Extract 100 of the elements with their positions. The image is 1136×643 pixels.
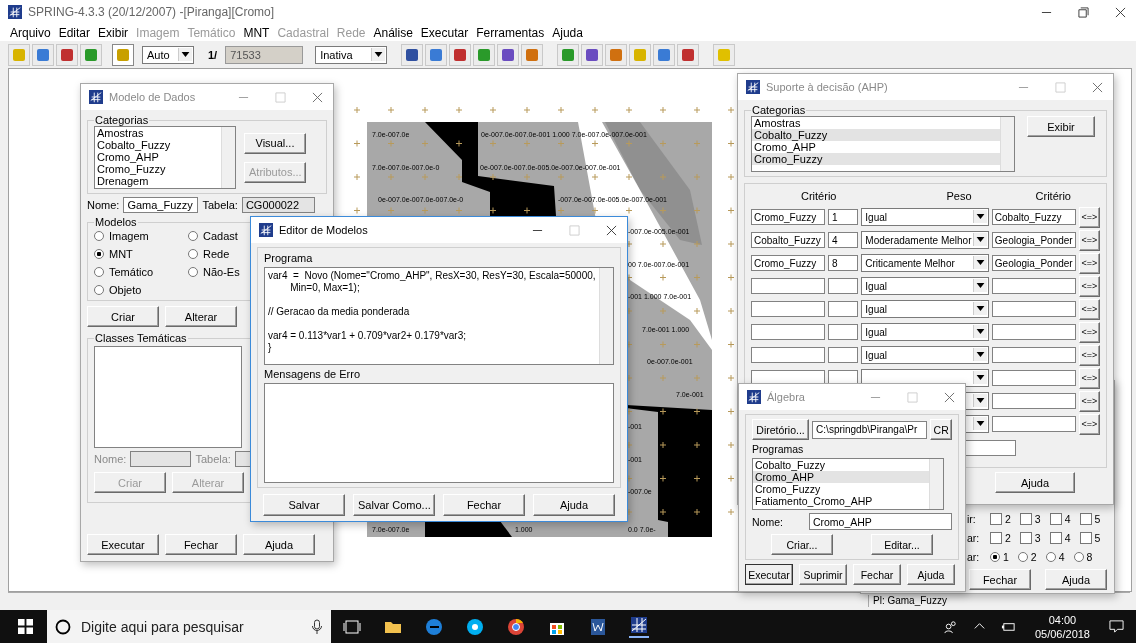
list-item[interactable]: Cromo_Fuzzy — [752, 153, 1000, 165]
list-item[interactable]: Cromo_AHP — [95, 151, 221, 163]
close-icon[interactable] — [606, 224, 617, 236]
weight-dropdown[interactable]: Igual — [861, 208, 989, 226]
swap-button[interactable]: <=> — [1078, 252, 1100, 274]
scale-mode-dropdown[interactable]: Auto — [142, 45, 194, 64]
menu-item[interactable]: Ferramentas — [472, 25, 549, 40]
menu-item[interactable]: Editar — [54, 25, 95, 40]
list-item[interactable]: Cromo_Fuzzy — [95, 163, 221, 175]
radio-option[interactable]: MNT — [94, 248, 188, 260]
value-field[interactable] — [828, 324, 859, 340]
scrollbar[interactable] — [929, 459, 943, 509]
list-item[interactable]: Cromo_Fuzzy — [753, 483, 929, 495]
value-field[interactable]: 4 — [828, 232, 859, 248]
list-item[interactable]: Cobalto_Fuzzy — [753, 459, 929, 471]
directory-field[interactable]: C:\springdb\Piranga\Pr — [812, 420, 928, 439]
weight-dropdown[interactable]: Igual — [861, 277, 989, 295]
value-field[interactable] — [828, 301, 859, 317]
criterion-field[interactable]: Geologia_Ponder — [991, 232, 1076, 248]
dialog-button[interactable]: Salvar — [263, 494, 345, 516]
weight-dropdown[interactable]: Igual — [861, 323, 989, 341]
categories-list[interactable]: Amostras Cobalto_Fuzzy Cromo_AHP Cromo_Fuzzy Drenagem — [94, 126, 236, 189]
checkbox[interactable] — [1019, 512, 1032, 525]
radio-button[interactable] — [188, 231, 198, 241]
weight-dropdown[interactable]: Moderadamente Melhor — [861, 231, 989, 249]
criterion-field[interactable] — [991, 416, 1076, 432]
value-field[interactable]: 1 — [828, 209, 859, 225]
dialog-button[interactable]: Criar... — [771, 534, 833, 555]
swap-button[interactable]: <=> — [1078, 229, 1100, 251]
value-field[interactable] — [828, 347, 859, 363]
directory-button[interactable]: Diretório... — [752, 419, 810, 440]
name-field[interactable]: Gama_Fuzzy — [123, 197, 199, 213]
dialog-button[interactable]: Ajuda — [243, 534, 315, 555]
menu-item[interactable]: MNT — [239, 25, 274, 40]
clock-time[interactable]: 04:00 — [1048, 612, 1077, 627]
swap-button[interactable]: <=> — [1078, 298, 1100, 320]
criterion-field[interactable]: Geologia_Ponder — [991, 255, 1076, 271]
scale-field[interactable]: 71533 — [225, 45, 304, 64]
weight-dropdown[interactable]: Igual — [861, 300, 989, 318]
dialog-button[interactable]: Ajuda — [907, 564, 955, 585]
criterion-field[interactable] — [991, 324, 1076, 340]
name-field[interactable] — [130, 451, 192, 467]
name-field[interactable]: Cromo_AHP — [808, 513, 952, 530]
checkbox[interactable] — [1019, 531, 1032, 544]
checkbox[interactable] — [1079, 531, 1092, 544]
criterion-field[interactable] — [751, 324, 825, 340]
swap-button[interactable]: <=> — [1078, 367, 1100, 389]
windows-start-icon[interactable] — [18, 619, 33, 634]
clock-date[interactable]: 05/06/2018 — [1034, 626, 1090, 641]
criterion-field[interactable]: Cromo_Fuzzy — [751, 209, 825, 225]
menu-item[interactable]: Análise — [369, 25, 417, 40]
radio-button[interactable] — [94, 231, 104, 241]
checkbox[interactable] — [1049, 531, 1062, 544]
weight-dropdown[interactable]: Igual — [861, 346, 989, 364]
weight-dropdown[interactable]: Criticamente Melhor — [861, 254, 989, 272]
checkbox[interactable] — [990, 512, 1002, 525]
dialog-button[interactable]: Fechar — [165, 534, 237, 555]
radio-option[interactable]: Rede — [188, 248, 240, 260]
swap-button[interactable]: <=> — [1078, 321, 1100, 343]
swap-button[interactable]: <=> — [1078, 275, 1100, 297]
value-field[interactable]: 8 — [828, 255, 859, 271]
dialog-button[interactable]: Criar — [87, 306, 159, 327]
radio-button[interactable] — [1045, 551, 1056, 562]
criterion-field[interactable] — [991, 301, 1076, 317]
menu-item[interactable]: Executar — [416, 25, 473, 40]
scrollbar[interactable] — [221, 127, 235, 188]
maximize-icon[interactable] — [1078, 6, 1089, 18]
criterion-field[interactable] — [991, 347, 1076, 363]
scrollbar[interactable] — [599, 268, 613, 364]
table-field[interactable]: CG000022 — [241, 197, 315, 213]
dialog-button[interactable]: Fechar — [969, 569, 1031, 590]
cr-button[interactable]: CR — [930, 419, 952, 440]
visual-button[interactable]: Visual... — [244, 132, 306, 154]
dialog-button[interactable]: Alterar — [165, 306, 237, 327]
list-item[interactable]: Cromo_AHP — [753, 471, 929, 483]
radio-button[interactable] — [94, 285, 104, 295]
help-button[interactable]: Ajuda — [995, 472, 1075, 493]
dialog-button[interactable]: Salvar Como... — [353, 494, 435, 516]
checkbox[interactable] — [990, 531, 1002, 544]
radio-button[interactable] — [94, 267, 104, 277]
swap-button[interactable]: <=> — [1078, 413, 1100, 435]
menu-item[interactable]: Exibir — [94, 25, 133, 40]
list-item[interactable]: Cobalto_Fuzzy — [95, 139, 221, 151]
criterion-field[interactable] — [991, 370, 1076, 386]
search-input[interactable]: Digite aqui para pesquisar — [79, 617, 311, 636]
value-field[interactable] — [828, 278, 859, 294]
radio-button[interactable] — [1073, 551, 1084, 562]
show-button[interactable]: Exibir — [1027, 116, 1095, 137]
search-field[interactable]: Digite aqui para pesquisar — [47, 610, 331, 643]
menu-item[interactable]: Arquivo — [6, 25, 55, 40]
document-icon[interactable] — [588, 616, 608, 637]
radio-button[interactable] — [990, 551, 1000, 562]
list-item[interactable]: Drenagem — [95, 175, 221, 187]
dialog-button[interactable]: Fechar — [443, 494, 525, 516]
criterion-field[interactable] — [751, 301, 825, 317]
input-field[interactable] — [963, 440, 1016, 456]
mode-dropdown[interactable]: Inativa — [315, 45, 388, 64]
programs-list[interactable]: Cobalto_Fuzzy Cromo_AHP Cromo_Fuzzy Fatiamento_Cromo_AHP — [752, 458, 944, 510]
criterion-field[interactable] — [991, 278, 1076, 294]
radio-option[interactable]: Cadast — [188, 230, 240, 242]
